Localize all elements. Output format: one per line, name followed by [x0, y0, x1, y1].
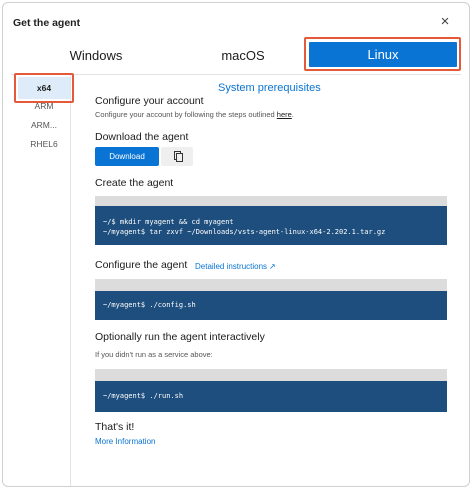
- tab-macos[interactable]: macOS: [195, 43, 291, 69]
- arch-item-rhel6[interactable]: RHEL6: [18, 133, 70, 155]
- detailed-instructions-link[interactable]: Detailed instructions ↗: [195, 262, 276, 271]
- configure-account-period: .: [291, 110, 294, 119]
- detailed-instructions-label: Detailed instructions: [195, 262, 268, 271]
- sidebar-divider: [70, 75, 71, 486]
- download-agent-heading: Download the agent: [95, 131, 189, 143]
- copy-button[interactable]: [161, 147, 193, 166]
- here-link[interactable]: here: [277, 110, 292, 119]
- code-line: ~/$ mkdir myagent && cd myagent: [103, 218, 234, 226]
- configure-account-description: Configure your account by following the …: [95, 110, 277, 119]
- code-line: ~/myagent$ ./config.sh: [103, 301, 196, 309]
- code-line: ~/myagent$ ./run.sh: [103, 392, 184, 400]
- system-prerequisites-link[interactable]: System prerequisites: [218, 82, 321, 94]
- get-agent-dialog: Get the agent × Windows macOS Linux x64 …: [2, 2, 470, 487]
- code-block-toolbar: [95, 196, 447, 206]
- run-agent-heading: Optionally run the agent interactively: [95, 331, 265, 343]
- create-agent-code-block[interactable]: ~/$ mkdir myagent && cd myagent ~/myagen…: [95, 206, 447, 245]
- code-line: ~/myagent$ tar zxvf ~/Downloads/vsts-age…: [103, 228, 386, 236]
- code-block-toolbar: [95, 279, 447, 291]
- tab-windows[interactable]: Windows: [47, 43, 145, 69]
- tabs-divider: [11, 74, 461, 75]
- more-information-link[interactable]: More Information: [95, 437, 155, 446]
- code-block-toolbar: [95, 369, 447, 381]
- download-button[interactable]: Download: [95, 147, 159, 166]
- external-link-icon: ↗: [269, 262, 276, 271]
- configure-agent-code-block[interactable]: ~/myagent$ ./config.sh: [95, 291, 447, 320]
- create-agent-heading: Create the agent: [95, 177, 174, 189]
- tab-linux[interactable]: Linux: [309, 42, 457, 67]
- configure-account-text: Configure your account by following the …: [95, 110, 294, 119]
- run-agent-text: If you didn't run as a service above:: [95, 350, 213, 359]
- dialog-title: Get the agent: [13, 17, 81, 29]
- run-agent-code-block[interactable]: ~/myagent$ ./run.sh: [95, 381, 447, 412]
- thats-it-heading: That's it!: [95, 421, 135, 433]
- configure-account-heading: Configure your account: [95, 95, 204, 107]
- close-icon[interactable]: ×: [437, 14, 453, 30]
- configure-agent-heading: Configure the agent: [95, 259, 188, 271]
